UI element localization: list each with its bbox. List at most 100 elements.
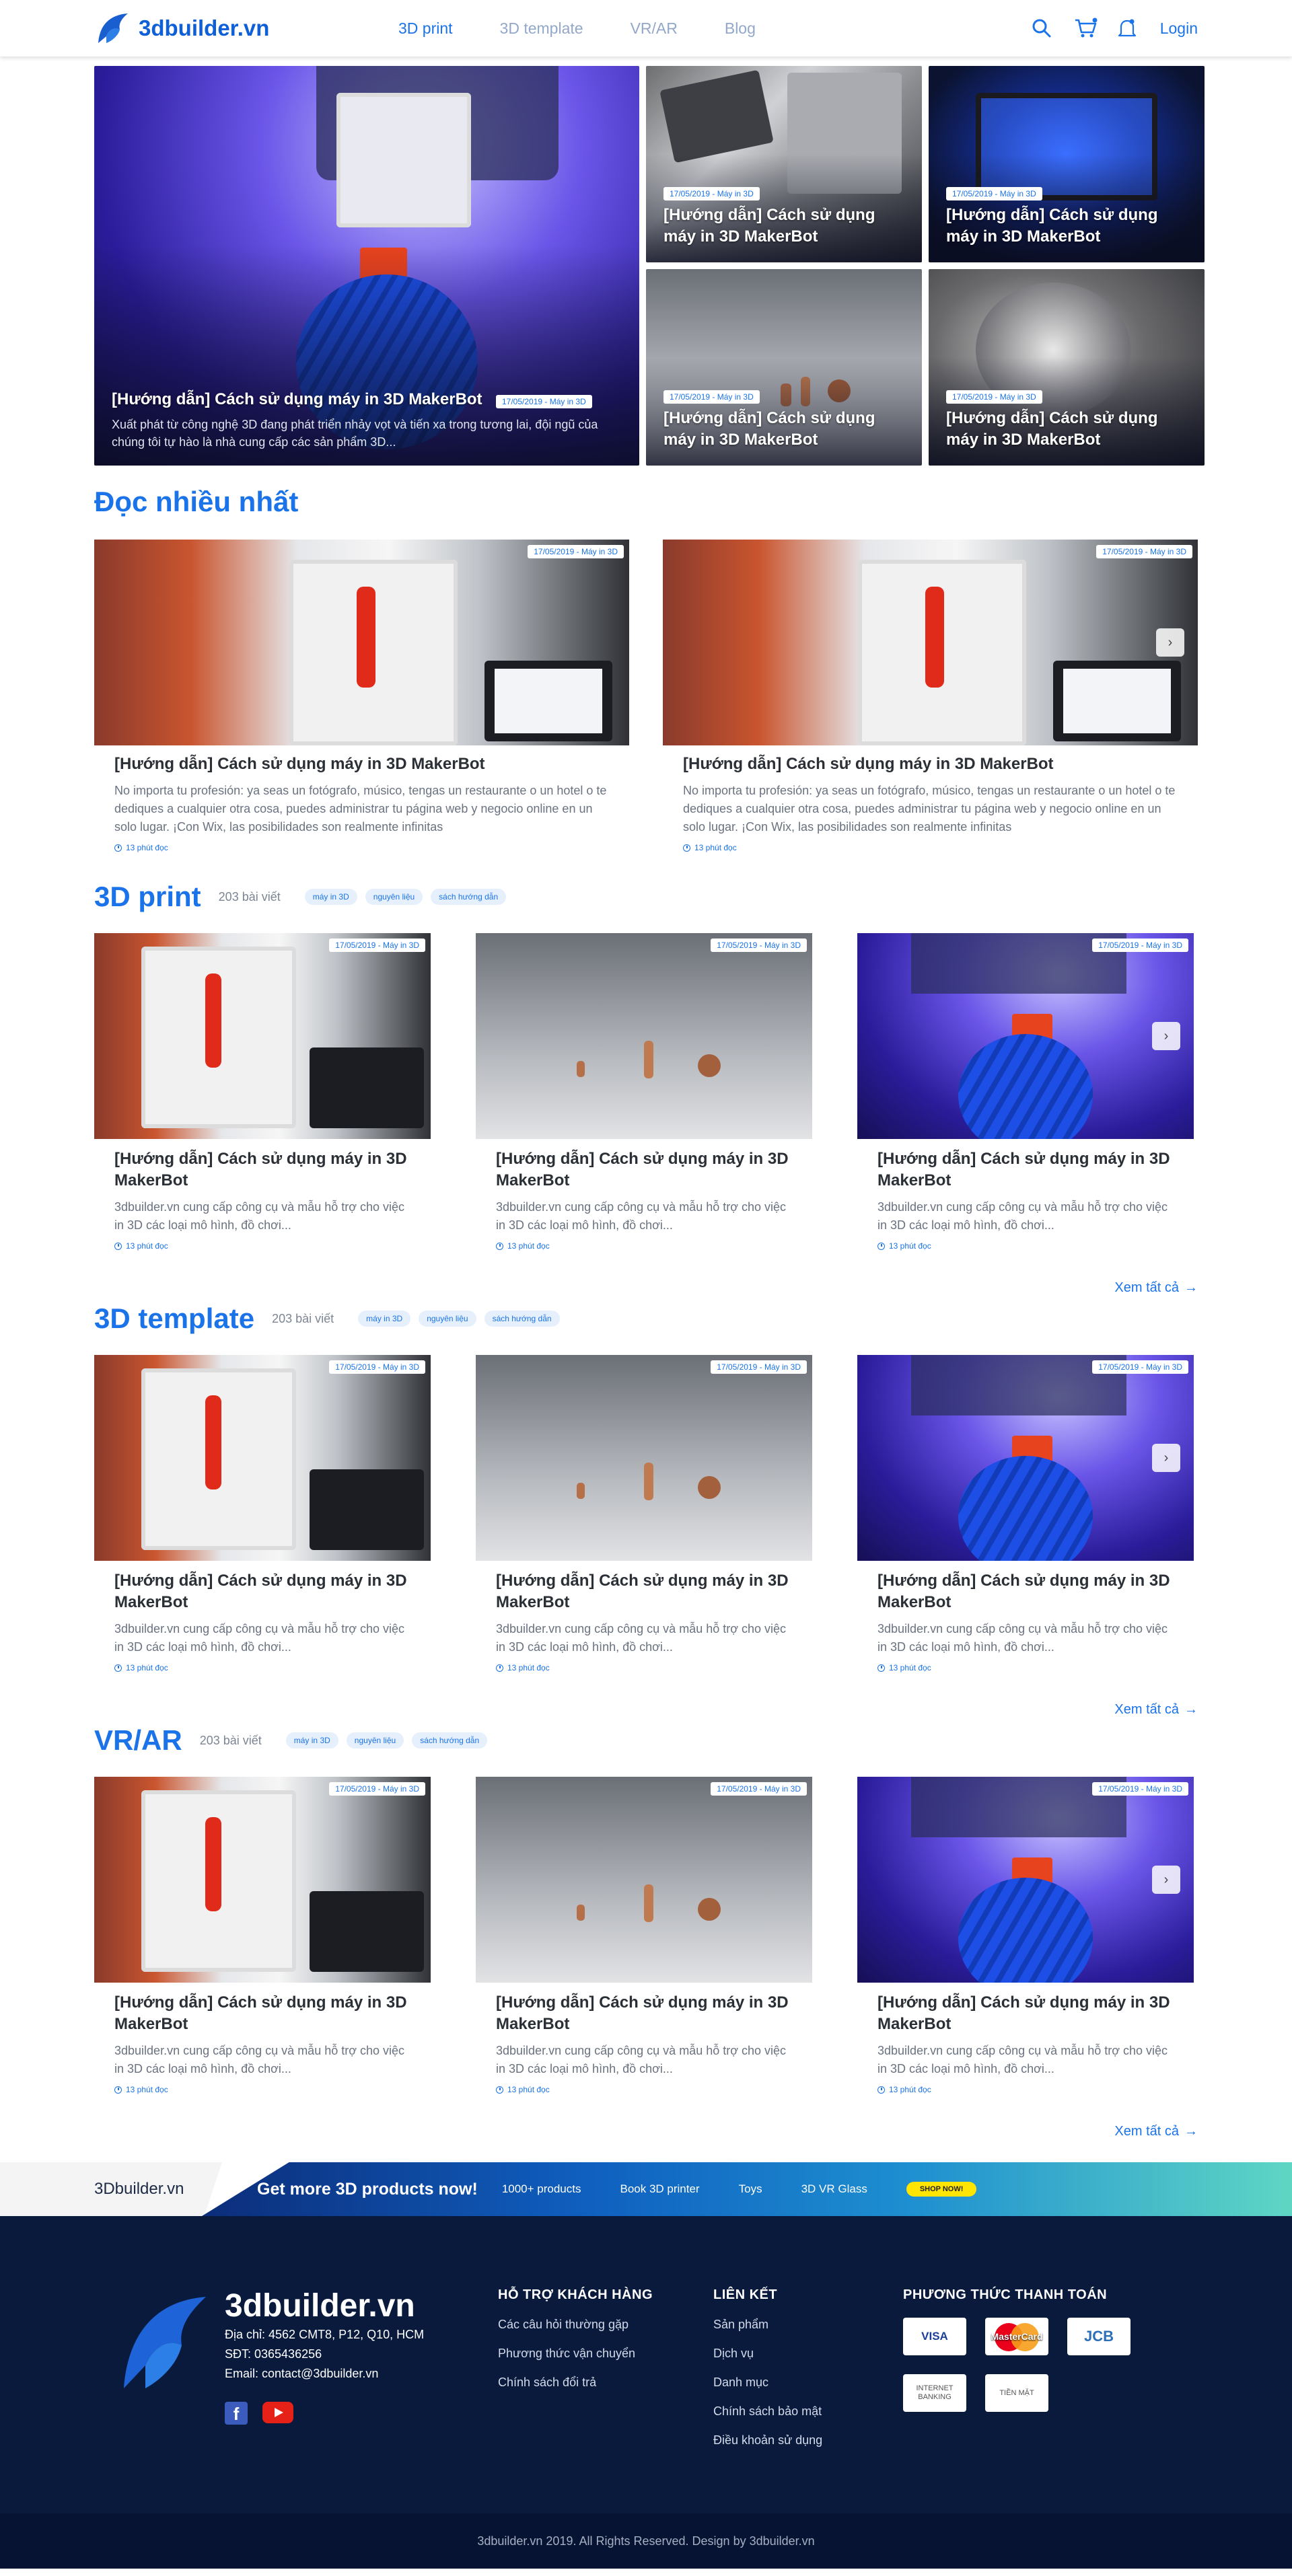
next-arrow-button[interactable]: › xyxy=(1152,1022,1180,1050)
footer-support-title: HỖ TRỢ KHÁCH HÀNG xyxy=(498,2287,653,2302)
footer-link[interactable]: Điều khoản sử dụng xyxy=(713,2433,903,2448)
tag-chip[interactable]: máy in 3D xyxy=(358,1311,411,1327)
youtube-icon[interactable] xyxy=(262,2402,293,2423)
card-thumbnail[interactable]: 17/05/2019 - Máy in 3D › xyxy=(663,540,1198,745)
card-thumbnail[interactable]: 17/05/2019 - Máy in 3D xyxy=(94,1355,431,1561)
card-thumbnail[interactable]: 17/05/2019 - Máy in 3D xyxy=(94,1777,431,1983)
card-title[interactable]: [Hướng dẫn] Cách sử dụng máy in 3D Maker… xyxy=(114,753,609,775)
next-arrow-button[interactable]: › xyxy=(1156,628,1184,657)
card-title[interactable]: [Hướng dẫn] Cách sử dụng máy in 3D Maker… xyxy=(114,1992,410,2035)
site-footer: 3dbuilder.vn Địa chỉ: 4562 CMT8, P12, Q1… xyxy=(0,2216,1292,2569)
card-thumbnail[interactable]: 17/05/2019 - Máy in 3D xyxy=(94,540,629,745)
nav-3d-print[interactable]: 3D print xyxy=(398,20,453,38)
card-thumbnail[interactable]: 17/05/2019 - Máy in 3D › xyxy=(857,1355,1194,1561)
search-icon[interactable] xyxy=(1031,17,1052,39)
login-link[interactable]: Login xyxy=(1160,20,1198,38)
hero-card-4[interactable]: 17/05/2019 - Máy in 3D [Hướng dẫn] Cách … xyxy=(929,269,1205,466)
card-thumbnail[interactable]: 17/05/2019 - Máy in 3D xyxy=(476,1355,812,1561)
promo-banner[interactable]: 3Dbuilder.vn Get more 3D products now! 1… xyxy=(0,2162,1292,2216)
clock-icon xyxy=(114,844,122,852)
bell-icon[interactable] xyxy=(1117,17,1139,39)
hero-main-title[interactable]: [Hướng dẫn] Cách sử dụng máy in 3D Maker… xyxy=(112,390,482,408)
nav-3d-template[interactable]: 3D template xyxy=(500,20,583,38)
footer-email[interactable]: Email: contact@3dbuilder.vn xyxy=(225,2365,424,2383)
hero-card-2-title[interactable]: [Hướng dẫn] Cách sử dụng máy in 3D Maker… xyxy=(946,205,1190,248)
shop-now-button[interactable]: SHOP NOW! xyxy=(906,2182,977,2197)
tag-chip[interactable]: máy in 3D xyxy=(304,889,357,905)
next-arrow-button[interactable]: › xyxy=(1152,1444,1180,1472)
see-all-link[interactable]: Xem tất cả → xyxy=(94,2124,1198,2139)
clock-icon xyxy=(877,1664,885,1672)
nav-blog[interactable]: Blog xyxy=(725,20,756,38)
tag-chip[interactable]: sách hướng dẫn xyxy=(412,1732,488,1749)
card-title[interactable]: [Hướng dẫn] Cách sử dụng máy in 3D Maker… xyxy=(877,1148,1174,1191)
footer-link[interactable]: Danh mục xyxy=(713,2376,903,2390)
tag-chip[interactable]: máy in 3D xyxy=(285,1732,338,1749)
card-title[interactable]: [Hướng dẫn] Cách sử dụng máy in 3D Maker… xyxy=(114,1148,410,1191)
section-title[interactable]: 3D print xyxy=(94,881,201,913)
card-thumbnail[interactable]: 17/05/2019 - Máy in 3D xyxy=(476,1777,812,1983)
article-card[interactable]: 17/05/2019 - Máy in 3D [Hướng dẫn] Cách … xyxy=(476,933,812,1260)
card-thumbnail[interactable]: 17/05/2019 - Máy in 3D xyxy=(476,933,812,1139)
banner-item: 3D VR Glass xyxy=(801,2182,867,2195)
hero-card-2[interactable]: 17/05/2019 - Máy in 3D [Hướng dẫn] Cách … xyxy=(929,66,1205,262)
hero-card-4-title[interactable]: [Hướng dẫn] Cách sử dụng máy in 3D Maker… xyxy=(946,408,1190,451)
cash-icon: TIỀN MẶT xyxy=(985,2374,1048,2412)
card-thumbnail[interactable]: 17/05/2019 - Máy in 3D › xyxy=(857,933,1194,1139)
hero-card-3[interactable]: 17/05/2019 - Máy in 3D [Hướng dẫn] Cách … xyxy=(646,269,922,466)
article-card[interactable]: 17/05/2019 - Máy in 3D › [Hướng dẫn] Các… xyxy=(857,1777,1194,2104)
card-title[interactable]: [Hướng dẫn] Cách sử dụng máy in 3D Maker… xyxy=(114,1570,410,1613)
tag-chip[interactable]: nguyên liệu xyxy=(419,1311,476,1327)
hero-card-1-title[interactable]: [Hướng dẫn] Cách sử dụng máy in 3D Maker… xyxy=(663,205,907,248)
read-time: 13 phút đọc xyxy=(126,1241,168,1251)
card-thumbnail[interactable]: 17/05/2019 - Máy in 3D xyxy=(94,933,431,1139)
hero-main-card[interactable]: [Hướng dẫn] Cách sử dụng máy in 3D Maker… xyxy=(94,66,639,466)
article-card[interactable]: 17/05/2019 - Máy in 3D [Hướng dẫn] Cách … xyxy=(476,1777,812,2104)
tag-chip[interactable]: sách hướng dẫn xyxy=(484,1311,560,1327)
footer-link[interactable]: Chính sách đổi trả xyxy=(498,2376,713,2390)
hero-card-1[interactable]: 17/05/2019 - Máy in 3D [Hướng dẫn] Cách … xyxy=(646,66,922,262)
popular-card[interactable]: 17/05/2019 - Máy in 3D [Hướng dẫn] Cách … xyxy=(94,540,629,860)
card-badge: 17/05/2019 - Máy in 3D xyxy=(711,1360,807,1374)
see-all-link[interactable]: Xem tất cả → xyxy=(94,1280,1198,1296)
facebook-icon[interactable]: f xyxy=(225,2402,248,2425)
card-title[interactable]: [Hướng dẫn] Cách sử dụng máy in 3D Maker… xyxy=(877,1992,1174,2035)
card-title[interactable]: [Hướng dẫn] Cách sử dụng máy in 3D Maker… xyxy=(496,1992,792,2035)
footer-link[interactable]: Chính sách bảo mật xyxy=(713,2404,903,2419)
footer-link[interactable]: Các câu hỏi thường gặp xyxy=(498,2318,713,2332)
article-card[interactable]: 17/05/2019 - Máy in 3D [Hướng dẫn] Cách … xyxy=(94,933,431,1260)
card-title[interactable]: [Hướng dẫn] Cách sử dụng máy in 3D Maker… xyxy=(683,753,1178,775)
hero-card-3-title[interactable]: [Hướng dẫn] Cách sử dụng máy in 3D Maker… xyxy=(663,408,907,451)
see-all-link[interactable]: Xem tất cả → xyxy=(94,1702,1198,1718)
footer-link[interactable]: Phương thức vận chuyển xyxy=(498,2347,713,2361)
tag-chip[interactable]: sách hướng dẫn xyxy=(431,889,507,905)
article-card[interactable]: 17/05/2019 - Máy in 3D [Hướng dẫn] Cách … xyxy=(94,1777,431,2104)
read-time: 13 phút đọc xyxy=(889,2085,931,2094)
footer-link[interactable]: Sản phẩm xyxy=(713,2318,903,2332)
article-card[interactable]: 17/05/2019 - Máy in 3D [Hướng dẫn] Cách … xyxy=(94,1355,431,1682)
footer-link[interactable]: Dịch vụ xyxy=(713,2347,903,2361)
mastercard-label: MasterCard xyxy=(991,2331,1043,2342)
card-excerpt: 3dbuilder.vn cung cấp công cụ và mẫu hỗ … xyxy=(114,1622,405,1654)
card-badge: 17/05/2019 - Máy in 3D xyxy=(711,939,807,952)
article-card[interactable]: 17/05/2019 - Máy in 3D › [Hướng dẫn] Các… xyxy=(857,1355,1194,1682)
card-title[interactable]: [Hướng dẫn] Cách sử dụng máy in 3D Maker… xyxy=(496,1148,792,1191)
tag-chip[interactable]: nguyên liệu xyxy=(365,889,423,905)
footer-phone: SĐT: 0365436256 xyxy=(225,2347,322,2361)
brand-logo[interactable]: 3dbuilder.vn xyxy=(94,9,398,47)
section-title[interactable]: VR/AR xyxy=(94,1724,182,1757)
tag-chip[interactable]: nguyên liệu xyxy=(346,1732,404,1749)
next-arrow-button[interactable]: › xyxy=(1152,1866,1180,1894)
card-thumbnail[interactable]: 17/05/2019 - Máy in 3D › xyxy=(857,1777,1194,1983)
article-card[interactable]: 17/05/2019 - Máy in 3D › [Hướng dẫn] Các… xyxy=(857,933,1194,1260)
article-card[interactable]: 17/05/2019 - Máy in 3D [Hướng dẫn] Cách … xyxy=(476,1355,812,1682)
card-title[interactable]: [Hướng dẫn] Cách sử dụng máy in 3D Maker… xyxy=(496,1570,792,1613)
card-badge: 17/05/2019 - Máy in 3D xyxy=(711,1782,807,1796)
cart-icon[interactable] xyxy=(1074,17,1098,39)
footer-payment-title: PHƯƠNG THỨC THANH TOÁN xyxy=(903,2287,1108,2302)
nav-vr-ar[interactable]: VR/AR xyxy=(631,20,678,38)
card-title[interactable]: [Hướng dẫn] Cách sử dụng máy in 3D Maker… xyxy=(877,1570,1174,1613)
main-nav: 3D print 3D template VR/AR Blog xyxy=(398,20,1031,38)
popular-card[interactable]: 17/05/2019 - Máy in 3D › [Hướng dẫn] Các… xyxy=(663,540,1198,860)
section-title[interactable]: 3D template xyxy=(94,1302,254,1335)
